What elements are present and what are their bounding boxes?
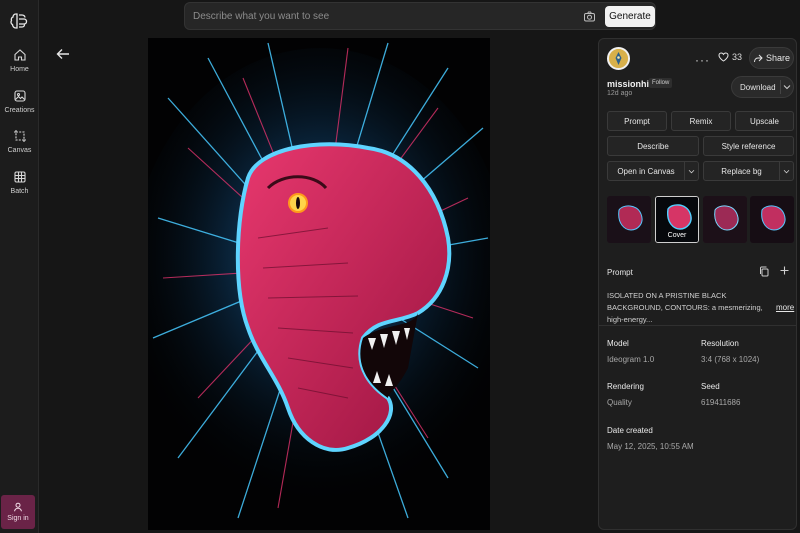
generated-image[interactable] (148, 38, 490, 530)
image-icon (13, 90, 26, 102)
resolution-value: 3:4 (768 x 1024) (701, 355, 760, 364)
rendering-value: Quality (607, 398, 632, 407)
prompt-heading: Prompt (607, 268, 633, 277)
upscale-button[interactable]: Upscale (735, 111, 794, 131)
model-value: Ideogram 1.0 (607, 355, 655, 364)
like-count: 33 (732, 52, 743, 62)
follow-button[interactable]: Follow (649, 78, 673, 88)
home-icon (13, 49, 26, 61)
nav-item-batch[interactable]: Batch (0, 170, 39, 195)
nav-item-canvas[interactable]: Canvas (0, 129, 39, 154)
avatar[interactable] (607, 47, 630, 70)
prompt-input[interactable] (193, 8, 573, 25)
user-icon (14, 502, 22, 512)
rendering-label: Rendering (607, 382, 644, 391)
heart-icon (718, 52, 729, 62)
prompt-bar: Generate (184, 2, 656, 30)
post-time: 12d ago (607, 90, 633, 97)
trex-artwork-image (148, 38, 490, 530)
username[interactable]: missionhill (607, 79, 654, 89)
camera-icon[interactable] (583, 10, 596, 23)
sidebar: Home Creations Canvas Batch Sign in (0, 0, 39, 533)
download-button[interactable]: Download (731, 76, 794, 98)
nav-item-creations[interactable]: Creations (0, 89, 39, 114)
nav-item-label: Home (10, 66, 29, 73)
variant-thumbnail-selected[interactable]: Cover (655, 196, 699, 243)
remix-button[interactable]: Remix (671, 111, 731, 131)
nav-item-label: Creations (4, 107, 35, 114)
prompt-action-button[interactable]: Prompt (607, 111, 667, 131)
replace-bg-button[interactable]: Replace bg (703, 161, 794, 181)
variant-thumbnail[interactable] (703, 196, 747, 243)
style-reference-button[interactable]: Style reference (703, 136, 794, 156)
sign-in-label: Sign in (7, 515, 29, 522)
back-arrow-icon[interactable] (55, 46, 71, 62)
grid-icon (13, 171, 26, 183)
nav-item-home[interactable]: Home (0, 48, 39, 73)
date-created-label: Date created (607, 426, 653, 435)
app-root: Home Creations Canvas Batch Sign in Gene… (0, 0, 800, 533)
resolution-label: Resolution (701, 339, 739, 348)
details-panel: ··· 33 Share missionhill Follow 12d ago … (598, 38, 797, 530)
describe-button[interactable]: Describe (607, 136, 699, 156)
share-label: Share (765, 53, 791, 63)
share-icon (753, 54, 763, 62)
sign-in-button[interactable]: Sign in (1, 495, 35, 529)
like-button[interactable]: 33 (718, 52, 742, 62)
chevron-down-icon[interactable] (779, 162, 793, 180)
divider (599, 325, 796, 326)
seed-value: 619411686 (701, 398, 741, 407)
chevron-down-icon[interactable] (783, 84, 791, 90)
download-label: Download (740, 83, 776, 92)
model-label: Model (607, 339, 629, 348)
plus-icon[interactable] (780, 266, 789, 275)
nav-item-label: Canvas (7, 147, 32, 154)
brain-logo-icon[interactable] (9, 11, 29, 31)
variant-thumbnail[interactable] (607, 196, 651, 243)
thumbnail-image (750, 196, 794, 243)
more-link[interactable]: more (776, 303, 794, 312)
rocket-avatar-icon (609, 49, 628, 68)
nav-item-label: Batch (10, 188, 29, 195)
share-button[interactable]: Share (749, 47, 794, 69)
open-in-canvas-button[interactable]: Open in Canvas (607, 161, 699, 181)
variant-thumbnail[interactable] (750, 196, 794, 243)
thumbnail-image (607, 196, 651, 243)
copy-icon[interactable] (759, 266, 769, 277)
date-created-value: May 12, 2025, 10:55 AM (607, 442, 694, 451)
prompt-text: ISOLATED ON A PRISTINE BLACK BACKGROUND,… (607, 291, 763, 324)
more-options-icon[interactable]: ··· (695, 53, 710, 67)
cover-label: Cover (667, 232, 687, 239)
generate-button[interactable]: Generate (605, 6, 655, 27)
seed-label: Seed (701, 382, 720, 391)
canvas-icon (13, 130, 26, 142)
chevron-down-icon[interactable] (684, 162, 698, 180)
thumbnail-image (703, 196, 747, 243)
